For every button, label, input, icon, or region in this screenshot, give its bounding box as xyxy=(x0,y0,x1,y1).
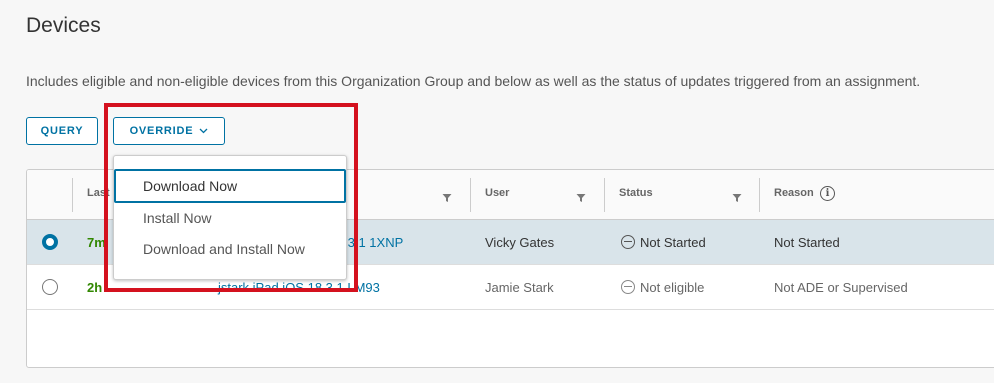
menu-item-install-now[interactable]: Install Now xyxy=(114,201,346,235)
column-separator[interactable] xyxy=(604,178,605,212)
filter-icon[interactable] xyxy=(576,190,586,202)
override-button-label: OVERRIDE xyxy=(129,125,194,137)
column-separator[interactable] xyxy=(72,178,73,212)
user-cell: Jamie Stark xyxy=(485,280,554,295)
status-cell: Not Started xyxy=(640,235,706,250)
column-separator[interactable] xyxy=(470,178,471,212)
page-description: Includes eligible and non-eligible devic… xyxy=(26,73,921,89)
row-select-radio[interactable] xyxy=(42,279,58,295)
status-cell: Not eligible xyxy=(640,280,705,295)
filter-icon[interactable] xyxy=(732,190,742,202)
device-link[interactable]: .3.1 1XNP xyxy=(344,235,403,250)
row-select-radio[interactable] xyxy=(42,234,58,250)
column-header-user[interactable]: User xyxy=(485,187,509,199)
query-button-label: QUERY xyxy=(40,125,84,137)
device-link[interactable]: jstark iPad iOS 18.3.1 LM93 xyxy=(218,280,380,295)
query-button[interactable]: QUERY xyxy=(26,117,98,145)
info-icon[interactable]: i xyxy=(820,186,835,201)
reason-cell: Not ADE or Supervised xyxy=(774,280,908,295)
last-seen-cell: 2h xyxy=(87,280,103,295)
column-header-status[interactable]: Status xyxy=(619,187,653,199)
page-title: Devices xyxy=(26,14,101,37)
override-button[interactable]: OVERRIDE xyxy=(113,117,225,145)
reason-cell: Not Started xyxy=(774,235,840,250)
last-seen-cell: 7m xyxy=(87,235,106,250)
column-header-last[interactable]: Last xyxy=(87,187,110,199)
override-dropdown-menu: Download Now Install Now Download and In… xyxy=(113,155,347,280)
not-eligible-icon xyxy=(621,280,635,294)
column-header-reason[interactable]: Reason xyxy=(774,187,814,199)
menu-item-download-now[interactable]: Download Now xyxy=(114,169,346,203)
chevron-down-icon xyxy=(199,128,208,134)
column-separator[interactable] xyxy=(759,178,760,212)
not-started-icon xyxy=(621,235,635,249)
menu-item-download-and-install-now[interactable]: Download and Install Now xyxy=(114,232,346,266)
user-cell: Vicky Gates xyxy=(485,235,555,250)
filter-icon[interactable] xyxy=(442,190,452,202)
